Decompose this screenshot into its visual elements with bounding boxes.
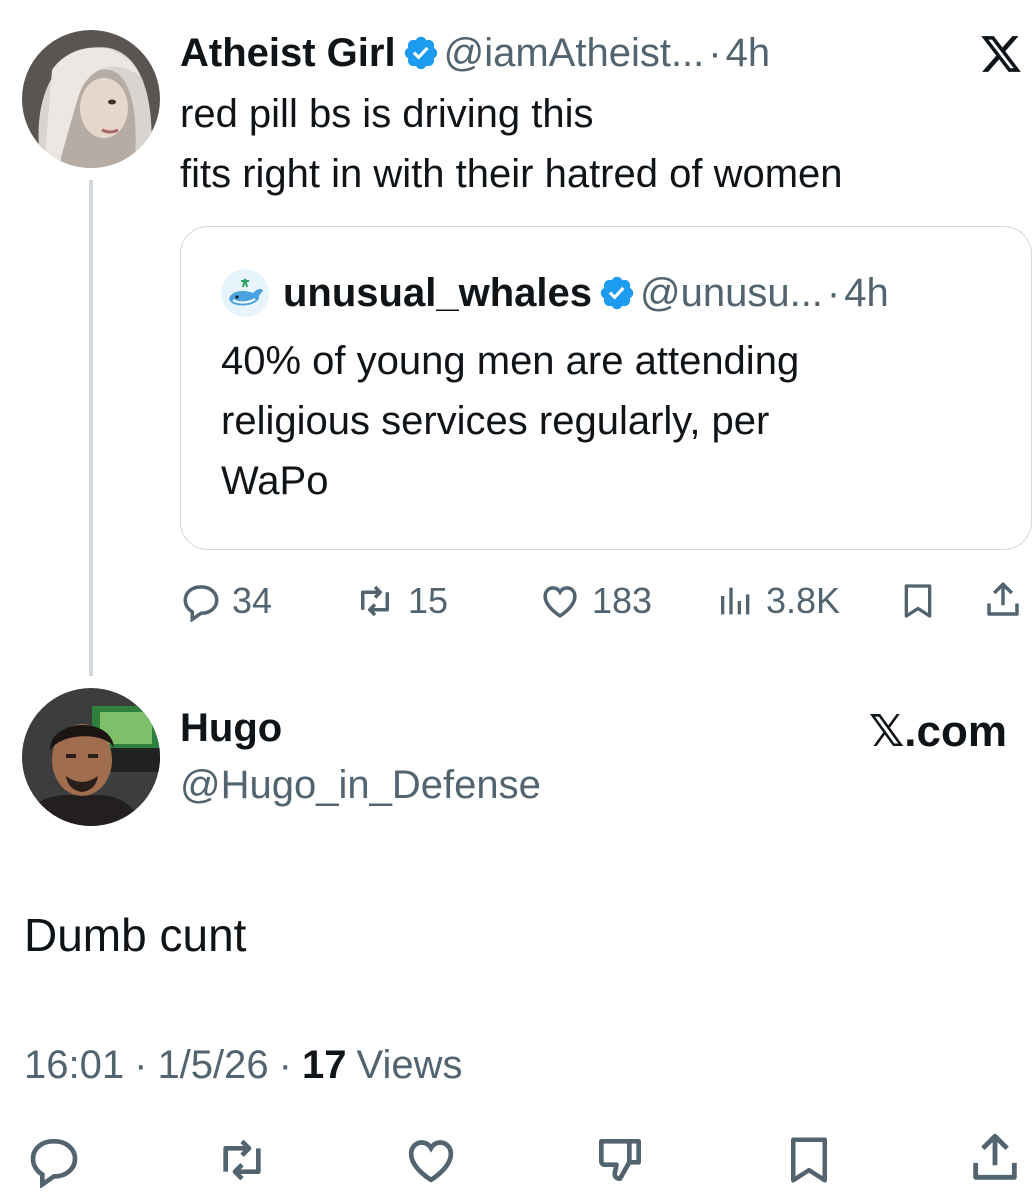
views-bar-chart-icon <box>721 587 750 615</box>
avatar-unusual-whales[interactable] <box>221 269 269 317</box>
like-count: 183 <box>592 580 653 621</box>
reply-count: 34 <box>232 580 273 621</box>
views-label: Views <box>356 1043 463 1087</box>
heart-icon <box>543 586 577 618</box>
repost-icon <box>361 585 389 617</box>
post-time[interactable]: 16:01 <box>24 1038 124 1092</box>
separator-dot: · <box>826 270 841 315</box>
like-count-button[interactable]: 183 <box>538 576 652 626</box>
post-date[interactable]: 1/5/26 <box>157 1038 268 1092</box>
handle[interactable]: @Hugo_in_Defense <box>180 758 541 812</box>
display-name[interactable]: Hugo <box>180 704 541 752</box>
quoted-tweet-text: 40% of young men are attending religious… <box>221 331 799 511</box>
quoted-handle[interactable]: @unusu... <box>640 271 823 316</box>
reply-tweet-text: Dumb cunt <box>24 909 247 961</box>
heart-icon[interactable] <box>402 1132 460 1188</box>
separator-dot: · <box>278 1043 292 1087</box>
x-logo-icon[interactable] <box>976 32 1026 76</box>
thread-connector-line <box>89 180 93 676</box>
views-count-button[interactable]: 3.8K <box>716 576 840 626</box>
quoted-tweet-header: unusual_whales @unusu... · 4h <box>221 267 889 319</box>
dislike-icon[interactable] <box>592 1132 648 1188</box>
repost-count: 15 <box>408 580 449 621</box>
reply-icon <box>183 585 219 622</box>
quoted-text-line: 40% of young men are attending <box>221 339 800 383</box>
top-tweet-text: red pill bs is driving this fits right i… <box>180 84 843 204</box>
avatar-hugo[interactable] <box>22 688 160 826</box>
quoted-text-line: religious services regularly, per <box>221 399 770 443</box>
quoted-timestamp[interactable]: 4h <box>844 271 889 316</box>
repost-icon[interactable] <box>212 1132 272 1188</box>
reply-icon[interactable] <box>26 1132 82 1188</box>
x-com-brand: 𝕏.com <box>868 707 1007 756</box>
repost-count-button[interactable]: 15 <box>352 576 448 626</box>
timestamp[interactable]: 4h <box>726 31 771 76</box>
handle[interactable]: @iamAtheist... <box>444 31 705 76</box>
reply-tweet-header: Hugo @Hugo_in_Defense <box>180 704 541 812</box>
verified-badge-icon <box>598 274 636 312</box>
reply-count-button[interactable]: 34 <box>180 576 272 626</box>
separator-dot: · <box>134 1043 148 1087</box>
bookmark-icon[interactable] <box>782 1132 836 1188</box>
quoted-text-line: WaPo <box>221 459 329 503</box>
tweet-meta: 16:01 · 1/5/26 · 17 Views <box>24 1038 462 1092</box>
display-name[interactable]: Atheist Girl <box>180 29 396 77</box>
tweet-text-line: red pill bs is driving this <box>180 92 594 136</box>
share-icon[interactable] <box>966 1128 1024 1188</box>
share-icon[interactable] <box>982 578 1024 627</box>
bookmark-icon[interactable] <box>898 580 938 627</box>
top-tweet-header: Atheist Girl @iamAtheist... · 4h <box>180 26 770 80</box>
avatar-atheist-girl[interactable] <box>22 30 160 168</box>
quoted-tweet-card[interactable]: unusual_whales @unusu... · 4h 40% of you… <box>180 226 1032 550</box>
quoted-display-name[interactable]: unusual_whales <box>283 269 592 317</box>
views-count: 17 <box>301 1043 347 1087</box>
views-count: 3.8K <box>766 580 841 621</box>
separator-dot: · <box>708 30 722 75</box>
verified-badge-icon <box>402 34 440 72</box>
tweet-text-line: fits right in with their hatred of women <box>180 152 843 196</box>
